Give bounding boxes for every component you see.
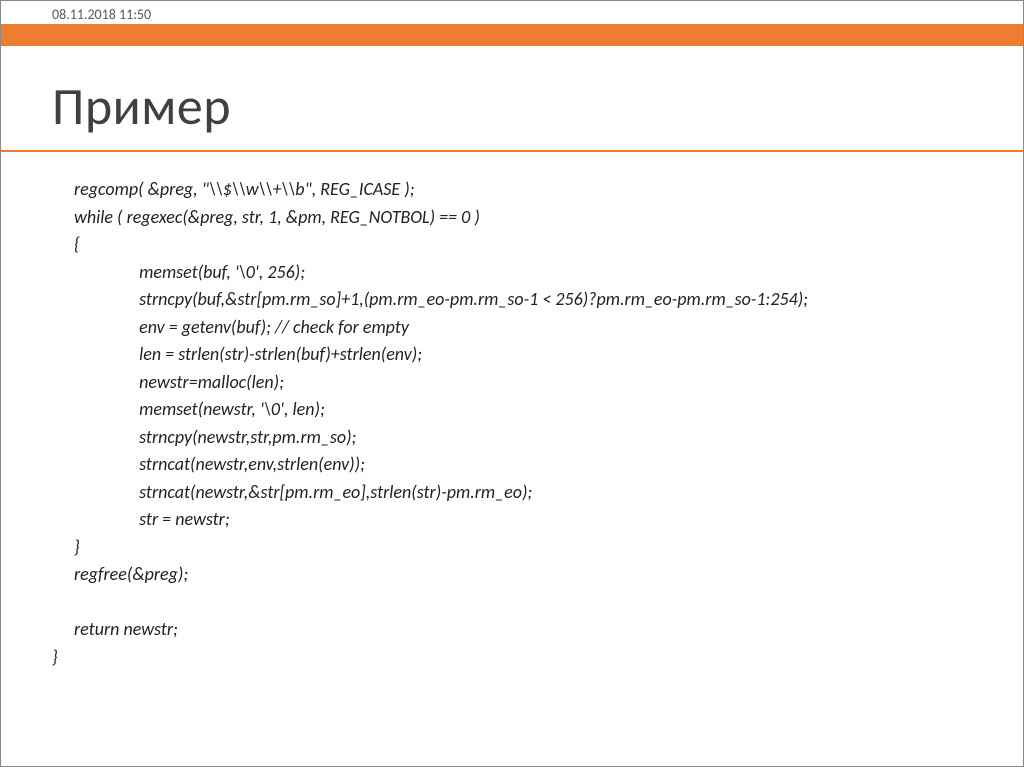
code-line: while ( regexec(&preg, str, 1, &pm, REG_… [74,206,480,228]
code-closing-brace: } [52,646,58,668]
slide-title: Пример [52,74,231,138]
code-line: { [74,233,80,255]
code-line: memset(newstr, '\0', len); [74,398,325,420]
timestamp-label: 08.11.2018 11:50 [52,6,151,23]
code-line: regfree(&preg); [74,563,188,585]
code-line: strncat(newstr,env,strlen(env)); [74,453,365,475]
code-line: strncpy(buf,&str[pm.rm_so]+1,(pm.rm_eo-p… [74,288,808,310]
code-line: strncat(newstr,&str[pm.rm_eo],strlen(str… [74,481,532,503]
code-line: strncpy(newstr,str,pm.rm_so); [74,426,356,448]
code-line: regcomp( &preg, "\\$\\w\\+\\b", REG_ICAS… [74,178,415,200]
code-line: return newstr; [74,618,178,640]
code-line: str = newstr; [74,508,230,530]
code-line: memset(buf, '\0', 256); [74,261,305,283]
code-line: len = strlen(str)-strlen(buf)+strlen(env… [74,343,422,365]
title-underline [1,150,1023,152]
code-line: env = getenv(buf); // check for empty [74,316,409,338]
code-line: } [74,536,80,558]
code-line: newstr=malloc(len); [74,371,284,393]
header-accent-bar [1,24,1023,46]
code-example: regcomp( &preg, "\\$\\w\\+\\b", REG_ICAS… [74,176,984,671]
